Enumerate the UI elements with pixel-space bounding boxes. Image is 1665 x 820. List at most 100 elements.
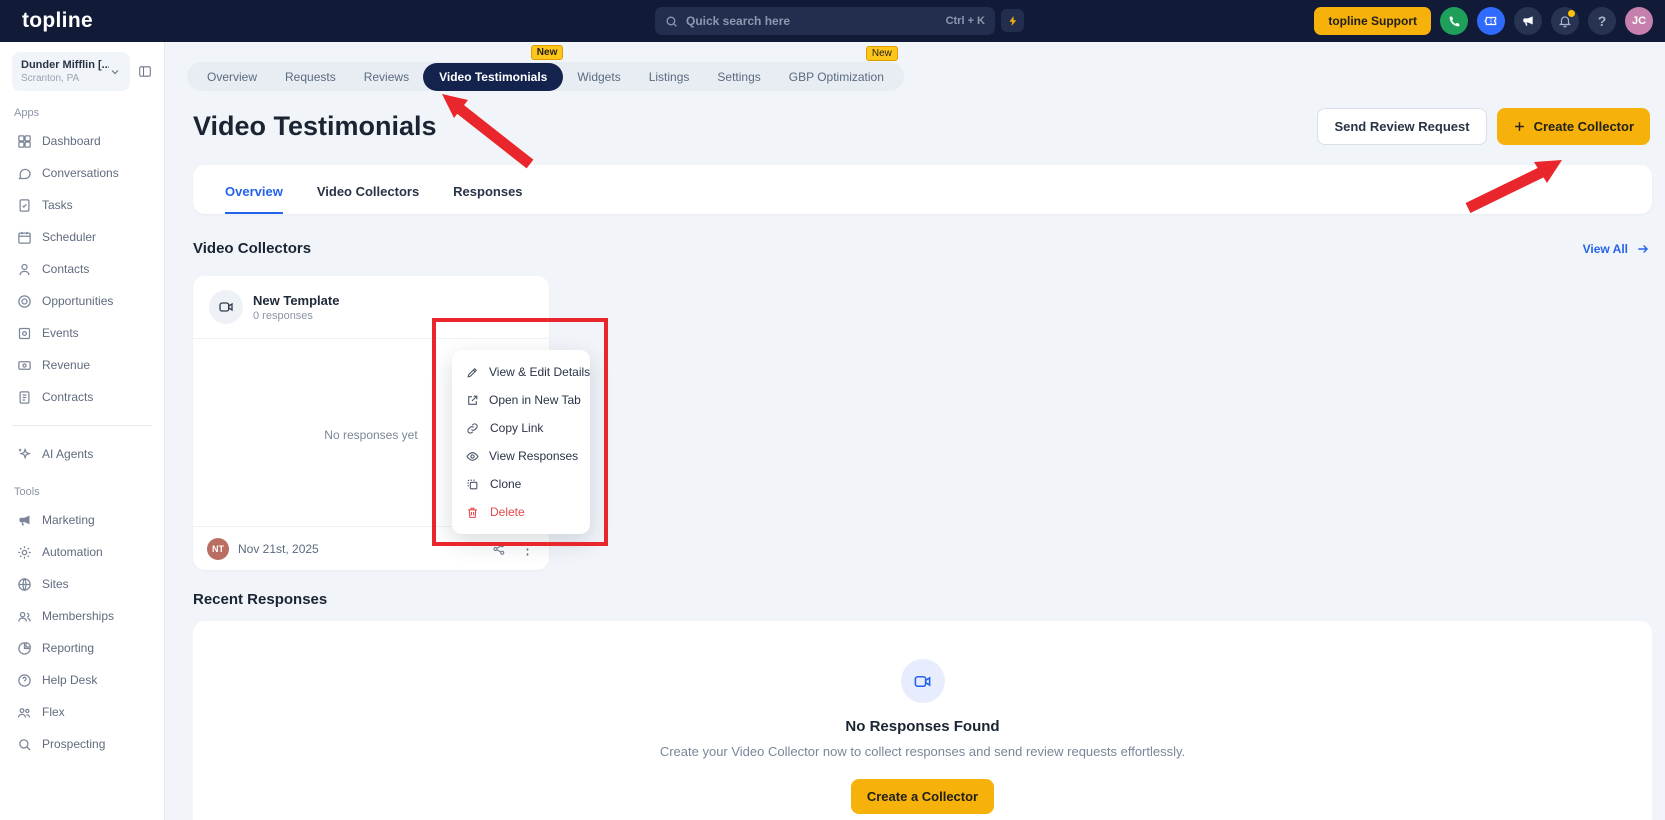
avatar-initials: JC	[1631, 15, 1647, 27]
location-selector[interactable]: Dunder Mifflin [... Scranton, PA	[12, 52, 130, 91]
chat-bubble-icon	[16, 165, 32, 181]
search-icon	[666, 16, 677, 27]
send-review-request-button[interactable]: Send Review Request	[1317, 108, 1487, 145]
collector-date: Nov 21st, 2025	[238, 541, 319, 556]
empty-state-title: No Responses Found	[845, 718, 1000, 735]
recent-responses-card: No Responses Found Create your Video Col…	[193, 621, 1652, 820]
collector-context-menu: View & Edit Details Open in New Tab Copy…	[452, 350, 590, 534]
collector-response-count: 0 responses	[253, 309, 313, 322]
tab-overview[interactable]: Overview	[193, 64, 271, 90]
question-mark-icon: ?	[1597, 13, 1607, 29]
sidebar-item-memberships[interactable]: Memberships	[12, 600, 152, 632]
team-icon	[16, 704, 32, 720]
calendar-icon	[16, 229, 32, 245]
lightning-bolt-icon	[1009, 15, 1016, 26]
user-avatar[interactable]: JC	[1625, 7, 1653, 35]
chevron-down-icon	[111, 69, 119, 74]
apps-section-label: Apps	[14, 107, 40, 119]
sidebar-item-events[interactable]: Events	[12, 317, 152, 349]
topbar: topline Ctrl + K topline Support	[0, 0, 1665, 42]
sidebar-item-revenue[interactable]: Revenue	[12, 349, 152, 381]
external-link-icon	[466, 393, 479, 407]
sidebar-item-flex[interactable]: Flex	[12, 696, 152, 728]
link-icon	[466, 421, 480, 435]
support-button[interactable]: topline Support	[1314, 7, 1431, 35]
sidebar-item-marketing[interactable]: Marketing	[12, 504, 152, 536]
subtab-video-collectors[interactable]: Video Collectors	[317, 184, 419, 214]
sidebar-item-scheduler[interactable]: Scheduler	[12, 221, 152, 253]
org-location: Scranton, PA	[21, 73, 80, 84]
menu-item-view-edit-details[interactable]: View & Edit Details	[452, 358, 590, 386]
tools-section-label: Tools	[14, 486, 40, 498]
search-shortcut: Ctrl + K	[945, 15, 985, 27]
collector-name: New Template	[253, 292, 340, 308]
topline-logo: topline	[22, 9, 93, 32]
phone-button[interactable]	[1440, 7, 1468, 35]
question-circle-icon	[16, 672, 32, 688]
tab-reviews[interactable]: Reviews	[350, 64, 423, 90]
tab-widgets[interactable]: Widgets	[563, 64, 634, 90]
arrow-right-icon	[1638, 244, 1649, 253]
sidebar-item-reporting[interactable]: Reporting	[12, 632, 152, 664]
sidebar-item-contacts[interactable]: Contacts	[12, 253, 152, 285]
kebab-menu-icon[interactable]: ⋮	[520, 540, 535, 558]
notification-dot	[1568, 10, 1575, 17]
tab-listings[interactable]: Listings	[635, 64, 704, 90]
people-group-icon	[16, 608, 32, 624]
new-badge: New	[865, 45, 898, 61]
tab-requests[interactable]: Requests	[271, 64, 350, 90]
share-icon[interactable]	[492, 542, 506, 556]
trash-icon	[466, 505, 480, 519]
tab-video-testimonials[interactable]: Video Testimonials New	[423, 44, 564, 91]
help-button[interactable]: ?	[1588, 7, 1616, 35]
subtab-responses[interactable]: Responses	[453, 184, 522, 214]
ticket-button[interactable]	[1477, 7, 1505, 35]
megaphone-icon	[16, 512, 32, 528]
menu-item-copy-link[interactable]: Copy Link	[452, 414, 590, 442]
person-icon	[16, 261, 32, 277]
sidebar-item-conversations[interactable]: Conversations	[12, 157, 152, 189]
sidebar-item-automation[interactable]: Automation	[12, 536, 152, 568]
notifications-button[interactable]	[1551, 7, 1579, 35]
owner-avatar: NT	[207, 537, 229, 560]
pie-chart-icon	[16, 640, 32, 656]
view-all-link[interactable]: View All	[1583, 242, 1650, 256]
video-camera-icon	[209, 290, 243, 324]
quick-actions-button[interactable]	[1001, 9, 1024, 32]
topbar-actions: topline Support ? JC	[1314, 0, 1653, 42]
sidebar-item-tasks[interactable]: Tasks	[12, 189, 152, 221]
global-search[interactable]: Ctrl + K	[655, 7, 995, 35]
pencil-icon	[466, 365, 479, 379]
sidebar-item-opportunities[interactable]: Opportunities	[12, 285, 152, 317]
video-camera-icon	[900, 659, 945, 703]
menu-item-view-responses[interactable]: View Responses	[452, 442, 590, 470]
event-icon	[16, 325, 32, 341]
sidebar: Dunder Mifflin [... Scranton, PA Apps Da…	[0, 42, 165, 820]
plus-icon	[1514, 122, 1524, 131]
sidebar-item-contracts[interactable]: Contracts	[12, 381, 152, 413]
globe-icon	[16, 576, 32, 592]
subtab-overview[interactable]: Overview	[225, 184, 283, 214]
create-a-collector-button[interactable]: Create a Collector	[850, 779, 995, 814]
target-icon	[16, 293, 32, 309]
announcements-button[interactable]	[1514, 7, 1542, 35]
sidebar-item-prospecting[interactable]: Prospecting	[12, 728, 152, 760]
tab-settings[interactable]: Settings	[703, 64, 774, 90]
main-content: Overview Requests Reviews Video Testimon…	[165, 42, 1665, 820]
collapse-sidebar-icon[interactable]	[138, 63, 152, 80]
new-badge: New	[530, 44, 564, 60]
menu-item-clone[interactable]: Clone	[452, 470, 590, 498]
sidebar-item-dashboard[interactable]: Dashboard	[12, 125, 152, 157]
megaphone-icon	[1523, 16, 1533, 26]
sidebar-item-ai-agents[interactable]: AI Agents	[12, 438, 152, 470]
magnifier-icon	[16, 736, 32, 752]
create-collector-button[interactable]: Create Collector	[1496, 108, 1650, 145]
sidebar-item-help-desk[interactable]: Help Desk	[12, 664, 152, 696]
document-icon	[16, 389, 32, 405]
sidebar-item-sites[interactable]: Sites	[12, 568, 152, 600]
menu-item-open-in-new-tab[interactable]: Open in New Tab	[452, 386, 590, 414]
app-window: topline Ctrl + K topline Support	[0, 0, 1665, 820]
search-input[interactable]	[686, 14, 946, 28]
menu-item-delete[interactable]: Delete	[452, 498, 590, 526]
tab-gbp-optimization[interactable]: GBP Optimization New	[775, 45, 898, 90]
